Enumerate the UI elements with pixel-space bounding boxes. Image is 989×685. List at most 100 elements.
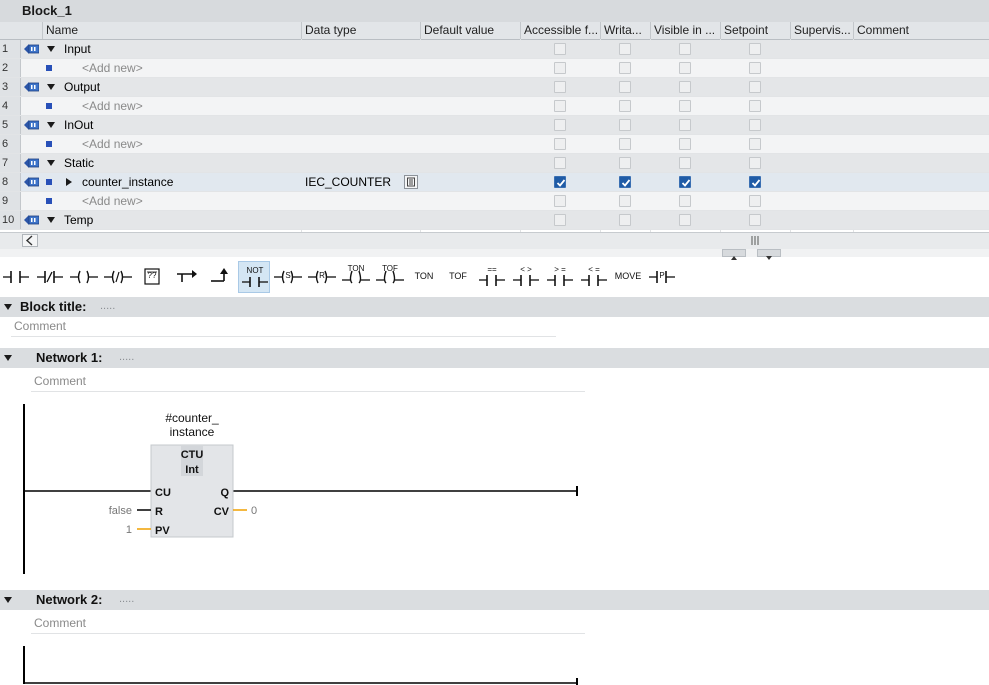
toolbar-cmp-eq-button[interactable]: == — [476, 261, 508, 293]
attribute-checkbox[interactable] — [679, 119, 691, 131]
splitter-collapse-down[interactable] — [757, 249, 781, 260]
add-new-placeholder[interactable]: <Add new> — [82, 135, 143, 153]
attribute-checkbox[interactable] — [619, 157, 631, 169]
attribute-checkbox[interactable] — [749, 119, 761, 131]
expand-triangle-icon[interactable] — [47, 122, 55, 128]
attribute-checkbox[interactable] — [749, 62, 761, 74]
attribute-checkbox[interactable] — [619, 176, 631, 188]
row-number[interactable]: 2 — [0, 59, 21, 77]
network-1-title[interactable]: ..... — [119, 351, 134, 363]
row-number[interactable]: 8 — [0, 173, 21, 191]
pin-pv-value[interactable]: 1 — [126, 524, 132, 536]
attribute-checkbox[interactable] — [679, 100, 691, 112]
section-name[interactable]: Static — [64, 154, 94, 172]
row-number[interactable]: 3 — [0, 78, 21, 96]
attribute-checkbox[interactable] — [749, 157, 761, 169]
toolbar-set-coil-button[interactable]: S — [272, 261, 304, 293]
toolbar-tof-box-button[interactable]: TOF — [442, 261, 474, 293]
col-header-writable[interactable]: Writa... — [600, 22, 650, 39]
add-new-placeholder[interactable]: <Add new> — [82, 59, 143, 77]
attribute-checkbox[interactable] — [554, 100, 566, 112]
attribute-checkbox[interactable] — [554, 119, 566, 131]
collapse-triangle-icon[interactable] — [4, 597, 12, 603]
attribute-checkbox[interactable] — [554, 62, 566, 74]
col-header-name[interactable]: Name — [42, 22, 301, 39]
attribute-checkbox[interactable] — [679, 62, 691, 74]
add-new-placeholder[interactable]: <Add new> — [82, 192, 143, 210]
toolbar-nc-contact-button[interactable] — [34, 261, 66, 293]
toolbar-empty-box-button[interactable]: ?? — [136, 261, 168, 293]
table-row[interactable]: 1 Input — [0, 40, 989, 59]
table-row[interactable]: 2 <Add new> — [0, 59, 989, 78]
network-2-title[interactable]: ..... — [119, 593, 134, 605]
toolbar-not-button[interactable]: NOT — [238, 261, 270, 293]
scroll-grip-icon[interactable] — [750, 236, 760, 245]
attribute-checkbox[interactable] — [619, 62, 631, 74]
table-row[interactable]: 5 InOut — [0, 116, 989, 135]
expand-triangle-icon[interactable] — [47, 84, 55, 90]
row-number[interactable]: 7 — [0, 154, 21, 172]
attribute-checkbox[interactable] — [749, 43, 761, 55]
col-header-setpoint[interactable]: Setpoint — [720, 22, 790, 39]
section-name[interactable]: Input — [64, 40, 91, 58]
attribute-checkbox[interactable] — [679, 195, 691, 207]
section-name[interactable]: Temp — [64, 211, 93, 229]
col-header-default-value[interactable]: Default value — [420, 22, 520, 39]
row-number[interactable]: 10 — [0, 211, 21, 229]
attribute-checkbox[interactable] — [619, 119, 631, 131]
toolbar-no-contact-button[interactable] — [0, 261, 32, 293]
row-number[interactable]: 1 — [0, 40, 21, 58]
attribute-checkbox[interactable] — [554, 81, 566, 93]
attribute-checkbox[interactable] — [554, 176, 566, 188]
network-1-comment-field[interactable]: Comment — [31, 372, 585, 392]
attribute-checkbox[interactable] — [619, 100, 631, 112]
instance-name-line1[interactable]: #counter_ — [165, 411, 219, 425]
attribute-checkbox[interactable] — [749, 81, 761, 93]
toolbar-coil-button[interactable] — [68, 261, 100, 293]
instance-name-line2[interactable]: instance — [170, 425, 215, 439]
variable-datatype[interactable]: IEC_COUNTER — [305, 173, 391, 191]
attribute-checkbox[interactable] — [554, 195, 566, 207]
network-1-header[interactable]: Network 1: ..... — [0, 348, 989, 368]
toolbar-negated-coil-button[interactable] — [102, 261, 134, 293]
block-title-section[interactable]: Block title: ..... — [0, 297, 989, 317]
attribute-checkbox[interactable] — [749, 195, 761, 207]
collapse-triangle-icon[interactable] — [4, 355, 12, 361]
attribute-checkbox[interactable] — [619, 43, 631, 55]
network-2-ladder[interactable] — [0, 640, 600, 685]
col-header-visible[interactable]: Visible in ... — [650, 22, 720, 39]
pin-cv-value[interactable]: 0 — [251, 505, 257, 517]
pane-splitter[interactable] — [0, 249, 989, 260]
attribute-checkbox[interactable] — [619, 195, 631, 207]
table-row[interactable]: 6 <Add new> — [0, 135, 989, 154]
pin-r-value[interactable]: false — [109, 505, 132, 517]
toolbar-move-button[interactable]: MOVE — [612, 261, 644, 293]
variable-name[interactable]: counter_instance — [82, 173, 173, 191]
attribute-checkbox[interactable] — [679, 214, 691, 226]
toolbar-ton-box-button[interactable]: TON — [408, 261, 440, 293]
expand-triangle-icon[interactable] — [47, 46, 55, 52]
toolbar-open-branch-button[interactable] — [170, 261, 202, 293]
table-row[interactable]: 7 Static — [0, 154, 989, 173]
attribute-checkbox[interactable] — [554, 214, 566, 226]
table-row[interactable]: 4 <Add new> — [0, 97, 989, 116]
table-row[interactable]: 9 <Add new> — [0, 192, 989, 211]
row-number[interactable]: 4 — [0, 97, 21, 115]
splitter-collapse-up[interactable] — [722, 249, 746, 260]
block-comment-field[interactable]: Comment — [11, 317, 556, 337]
attribute-checkbox[interactable] — [749, 214, 761, 226]
network-2-header[interactable]: Network 2: ..... — [0, 590, 989, 610]
table-row[interactable]: 8 counter_instance IEC_COUNTER — [0, 173, 989, 192]
toolbar-close-branch-button[interactable] — [204, 261, 236, 293]
toolbar-reset-coil-button[interactable]: R — [306, 261, 338, 293]
toolbar-cmp-le-button[interactable]: < = — [578, 261, 610, 293]
table-row[interactable]: 3 Output — [0, 78, 989, 97]
attribute-checkbox[interactable] — [749, 176, 761, 188]
collapse-triangle-icon[interactable] — [4, 304, 12, 310]
attribute-checkbox[interactable] — [619, 138, 631, 150]
toolbar-cmp-ge-button[interactable]: > = — [544, 261, 576, 293]
network-1-ladder[interactable]: #counter_ instance CTU Int CU R PV Q CV … — [0, 398, 600, 578]
toolbar-cmp-ne-button[interactable]: < > — [510, 261, 542, 293]
network-2-comment-field[interactable]: Comment — [31, 614, 585, 634]
attribute-checkbox[interactable] — [679, 138, 691, 150]
